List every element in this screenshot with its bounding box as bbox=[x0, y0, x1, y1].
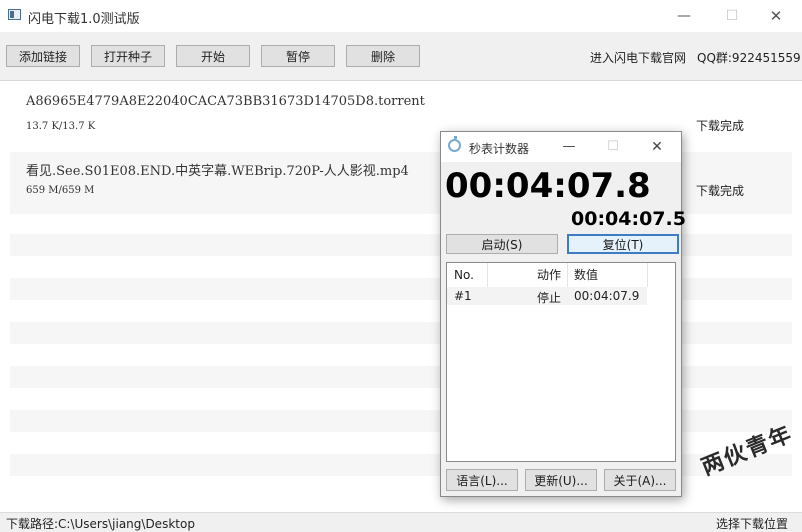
records-table[interactable]: No. 动作 数值 #1 停止 00:04:07.9 bbox=[446, 262, 676, 462]
title-bar: 闪电下载1.0测试版 — ☐ ✕ bbox=[0, 0, 802, 32]
download-status: 下载完成 bbox=[696, 184, 745, 198]
file-size: 659 M/659 M bbox=[26, 185, 95, 196]
column-header-action[interactable]: 动作 bbox=[537, 263, 561, 287]
window-title: 闪电下载1.0测试版 bbox=[28, 12, 140, 27]
file-size: 13.7 K/13.7 K bbox=[26, 121, 96, 132]
column-header-no[interactable]: No. bbox=[454, 263, 474, 287]
maximize-button[interactable]: ☐ bbox=[712, 4, 752, 28]
stopwatch-window: 秒表计数器 — ☐ ✕ 00:04:07.8 00:04:07.5 启动(S) … bbox=[440, 131, 686, 497]
delete-button[interactable]: 删除 bbox=[346, 45, 420, 67]
close-button[interactable]: ✕ bbox=[756, 4, 796, 28]
status-bar: 下载路径:C:\Users\jiang\Desktop 选择下载位置 bbox=[0, 512, 802, 532]
add-link-button[interactable]: 添加链接 bbox=[6, 45, 80, 67]
column-divider bbox=[487, 263, 488, 287]
download-path: 下载路径:C:\Users\jiang\Desktop bbox=[6, 517, 195, 531]
toolbar: 添加链接 打开种子 开始 暂停 删除 进入闪电下载官网 QQ群:92245155… bbox=[0, 32, 802, 81]
stopwatch-minimize-button[interactable]: — bbox=[555, 137, 583, 157]
update-button[interactable]: 更新(U)... bbox=[525, 469, 597, 491]
column-divider bbox=[567, 263, 568, 287]
stopwatch-title: 秒表计数器 bbox=[469, 142, 530, 156]
column-divider bbox=[647, 263, 648, 287]
download-status: 下载完成 bbox=[696, 119, 745, 133]
website-link[interactable]: 进入闪电下载官网 bbox=[590, 49, 686, 66]
lap-time-display: 00:04:07.5 bbox=[571, 208, 686, 230]
stopwatch-title-bar: 秒表计数器 — ☐ ✕ bbox=[441, 132, 681, 162]
record-value: 00:04:07.9 bbox=[574, 289, 640, 303]
stopwatch-maximize-button[interactable]: ☐ bbox=[599, 137, 627, 157]
file-name: A86965E4779A8E22040CACA73BB31673D14705D8… bbox=[26, 94, 425, 109]
about-button[interactable]: 关于(A)... bbox=[604, 469, 676, 491]
language-button[interactable]: 语言(L)... bbox=[446, 469, 518, 491]
start-stopwatch-button[interactable]: 启动(S) bbox=[446, 234, 558, 254]
stopwatch-icon bbox=[448, 136, 461, 152]
qq-group-label: QQ群:922451559 bbox=[697, 51, 801, 65]
record-action: 停止 bbox=[537, 291, 562, 305]
pause-button[interactable]: 暂停 bbox=[261, 45, 335, 67]
column-header-value[interactable]: 数值 bbox=[574, 263, 598, 287]
file-name: 看见.See.S01E08.END.中英字幕.WEBrip.720P-人人影视.… bbox=[26, 164, 409, 179]
reset-stopwatch-button[interactable]: 复位(T) bbox=[567, 234, 679, 254]
minimize-button[interactable]: — bbox=[664, 4, 704, 28]
stopwatch-close-button[interactable]: ✕ bbox=[643, 137, 671, 157]
open-torrent-button[interactable]: 打开种子 bbox=[91, 45, 165, 67]
app-icon bbox=[8, 9, 21, 20]
main-time-display: 00:04:07.8 bbox=[445, 166, 651, 206]
record-no: #1 bbox=[454, 289, 472, 303]
choose-location-link[interactable]: 选择下载位置 bbox=[716, 515, 788, 532]
start-button[interactable]: 开始 bbox=[176, 45, 250, 67]
